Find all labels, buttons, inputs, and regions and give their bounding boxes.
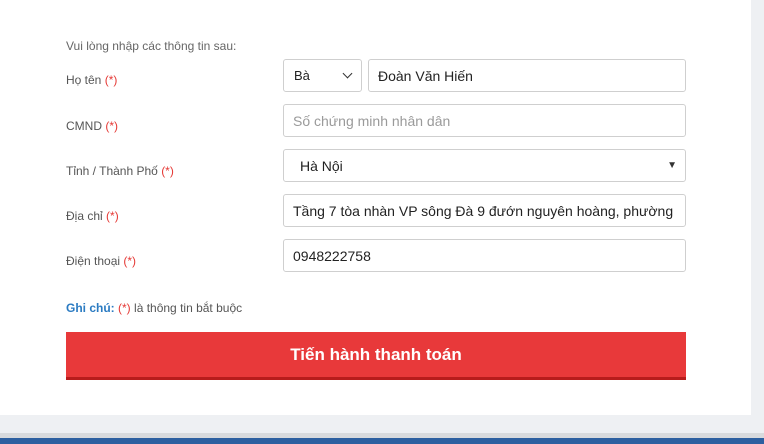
form-intro-text: Vui lòng nhập các thông tin sau: xyxy=(66,39,237,53)
phone-value: 0948222758 xyxy=(293,247,371,264)
id-card-placeholder: Số chứng minh nhân dân xyxy=(293,112,451,129)
checkout-button[interactable]: Tiến hành thanh toán xyxy=(66,332,686,380)
city-label: Tỉnh / Thành Phố (*) xyxy=(66,164,174,178)
city-select[interactable]: Hà Nội ▼ xyxy=(283,149,686,182)
checkout-form-card: Vui lòng nhập các thông tin sau: Họ tên … xyxy=(0,0,751,415)
full-name-input[interactable]: Đoàn Văn Hiến xyxy=(368,59,686,92)
id-card-input[interactable]: Số chứng minh nhân dân xyxy=(283,104,686,137)
city-label-text: Tỉnh / Thành Phố xyxy=(66,164,158,178)
full-name-value: Đoàn Văn Hiến xyxy=(378,67,473,84)
id-card-label-text: CMND xyxy=(66,119,102,133)
city-select-value: Hà Nội xyxy=(300,157,343,174)
address-required-mark: (*) xyxy=(106,209,119,223)
address-input[interactable]: Tầng 7 tòa nhàn VP sông Đà 9 đướn nguyên… xyxy=(283,194,686,227)
title-select[interactable]: Bà xyxy=(283,59,362,92)
note-label: Ghi chú: xyxy=(66,301,115,315)
id-card-label: CMND (*) xyxy=(66,119,118,133)
caret-down-icon: ▼ xyxy=(667,160,677,171)
phone-label: Điện thoại (*) xyxy=(66,254,136,268)
id-card-required-mark: (*) xyxy=(105,119,119,133)
name-label-text: Họ tên xyxy=(66,73,102,87)
footer-bar xyxy=(0,438,764,444)
chevron-down-icon xyxy=(342,68,353,79)
phone-input[interactable]: 0948222758 xyxy=(283,239,686,272)
title-select-value: Bà xyxy=(294,68,310,83)
required-note: Ghi chú: (*) là thông tin bắt buộc xyxy=(66,301,242,315)
phone-label-text: Điện thoại xyxy=(66,254,121,268)
city-required-mark: (*) xyxy=(161,164,174,178)
name-required-mark: (*) xyxy=(104,73,118,87)
note-required-mark: (*) xyxy=(118,301,131,315)
phone-required-mark: (*) xyxy=(123,254,137,268)
address-label-text: Địa chỉ xyxy=(66,209,103,223)
address-label: Địa chỉ (*) xyxy=(66,209,119,223)
address-value: Tầng 7 tòa nhàn VP sông Đà 9 đướn nguyên… xyxy=(293,202,674,219)
name-label: Họ tên (*) xyxy=(66,73,117,87)
note-text: là thông tin bắt buộc xyxy=(134,301,243,315)
